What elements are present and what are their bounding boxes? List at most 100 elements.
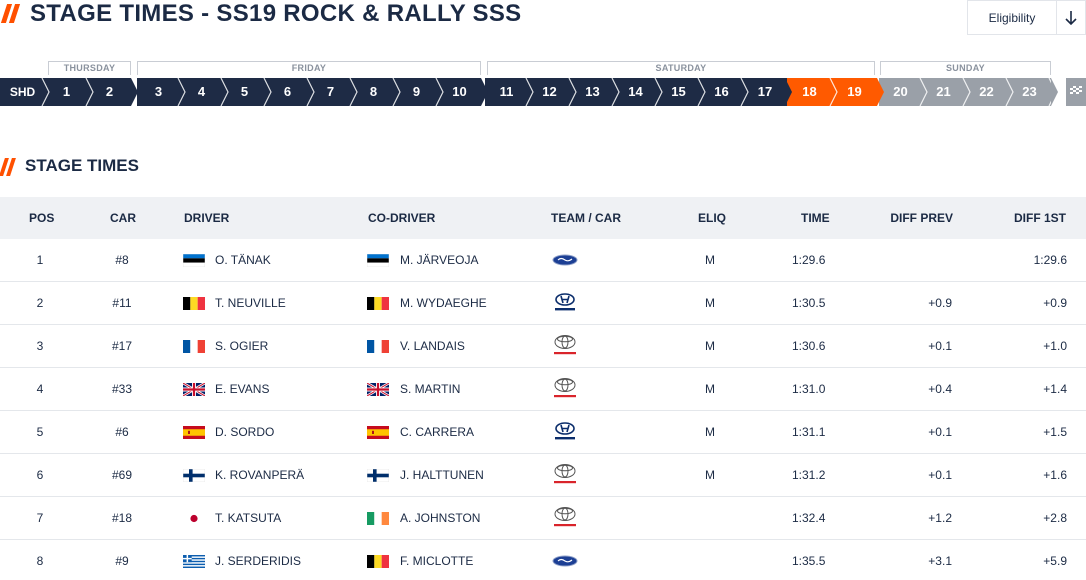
ford-logo bbox=[550, 248, 580, 272]
france-flag bbox=[367, 340, 389, 353]
codriver-name[interactable]: A. JOHNSTON bbox=[400, 497, 480, 539]
estonia-flag bbox=[183, 254, 205, 267]
driver-name[interactable]: O. TÄNAK bbox=[215, 239, 271, 281]
table-header: POS CAR DRIVER CO-DRIVER TEAM / CAR ELIQ… bbox=[0, 197, 1086, 239]
hyundai-logo bbox=[550, 420, 580, 444]
france-flag bbox=[183, 340, 205, 353]
eliq-value: M bbox=[705, 468, 715, 482]
position: 4 bbox=[36, 382, 44, 396]
table-row[interactable]: 2 #11 T. NEUVILLE M. WYDAEGHE M 1:30.5 +… bbox=[0, 282, 1086, 325]
column-header-time[interactable]: TIME bbox=[801, 197, 830, 239]
table-row[interactable]: 1 #8 O. TÄNAK M. JÄRVEOJA M 1:29.6 1:29.… bbox=[0, 239, 1086, 282]
column-header-diff-prev[interactable]: DIFF PREV bbox=[872, 197, 953, 239]
diff-prev: +0.1 bbox=[928, 339, 952, 353]
codriver-name[interactable]: C. CARRERA bbox=[400, 411, 474, 453]
car-number: #69 bbox=[111, 468, 133, 482]
column-header-driver[interactable]: DRIVER bbox=[184, 197, 229, 239]
page-title: STAGE TIMES - SS19 ROCK & RALLY SSS bbox=[30, 0, 522, 27]
stage-selector: SHD 1 2 3 4 5 6 7 8 9 10 11 12 13 14 15 … bbox=[0, 78, 1086, 106]
diff-first: +2.8 bbox=[1043, 511, 1067, 525]
diff-first: +1.6 bbox=[1043, 468, 1067, 482]
section-title: STAGE TIMES bbox=[25, 156, 139, 175]
diff-first: 1:29.6 bbox=[1033, 253, 1067, 267]
column-header-car[interactable]: CAR bbox=[110, 197, 136, 239]
car-number: #8 bbox=[115, 253, 129, 267]
driver-name[interactable]: T. KATSUTA bbox=[215, 497, 281, 539]
day-label-text: FRIDAY bbox=[138, 62, 480, 74]
day-label-text: THURSDAY bbox=[49, 62, 130, 74]
download-button[interactable] bbox=[1057, 0, 1086, 35]
driver-name[interactable]: K. ROVANPERÄ bbox=[215, 454, 304, 496]
eliq-value: M bbox=[705, 339, 715, 353]
eliq-value: M bbox=[705, 382, 715, 396]
codriver-name[interactable]: S. MARTIN bbox=[400, 368, 460, 410]
driver-name[interactable]: E. EVANS bbox=[215, 368, 269, 410]
stage-separators bbox=[41, 78, 1058, 106]
spain-flag bbox=[367, 426, 389, 439]
codriver-name[interactable]: J. HALTTUNEN bbox=[400, 454, 484, 496]
column-header-pos[interactable]: POS bbox=[29, 197, 54, 239]
stage-time: 1:31.2 bbox=[792, 468, 826, 482]
car-number: #6 bbox=[115, 425, 129, 439]
stage-time: 1:32.4 bbox=[792, 511, 826, 525]
stage-time: 1:31.1 bbox=[792, 425, 826, 439]
codriver-name[interactable]: M. WYDAEGHE bbox=[400, 282, 487, 324]
belgium-flag bbox=[183, 297, 205, 310]
table-row[interactable]: 8 #9 J. SERDERIDIS F. MICLOTTE 1:35.5 +3… bbox=[0, 540, 1086, 580]
driver-name[interactable]: S. OGIER bbox=[215, 325, 268, 367]
car-number: #9 bbox=[115, 554, 129, 568]
stage-time: 1:29.6 bbox=[792, 253, 826, 267]
driver-name[interactable]: T. NEUVILLE bbox=[215, 282, 286, 324]
day-label-thursday: THURSDAY bbox=[48, 61, 131, 75]
column-header-codriver[interactable]: CO-DRIVER bbox=[368, 197, 435, 239]
column-header-eliq[interactable]: ELIQ bbox=[698, 197, 726, 239]
diff-prev: +0.1 bbox=[928, 425, 952, 439]
eliq-value: M bbox=[705, 253, 715, 267]
toyota-logo bbox=[550, 506, 580, 530]
diff-first: +1.5 bbox=[1043, 425, 1067, 439]
table-row[interactable]: 3 #17 S. OGIER V. LANDAIS M 1:30.6 +0.1 … bbox=[0, 325, 1086, 368]
table-row[interactable]: 7 #18 T. KATSUTA A. JOHNSTON 1:32.4 +1.2… bbox=[0, 497, 1086, 540]
column-header-team[interactable]: TEAM / CAR bbox=[551, 197, 621, 239]
table-row[interactable]: 6 #69 K. ROVANPERÄ J. HALTTUNEN M 1:31.2… bbox=[0, 454, 1086, 497]
diff-first: +5.9 bbox=[1043, 554, 1067, 568]
driver-name[interactable]: D. SORDO bbox=[215, 411, 274, 453]
day-label-friday: FRIDAY bbox=[137, 61, 481, 75]
table-row[interactable]: 5 #6 D. SORDO C. CARRERA M 1:31.1 +0.1 +… bbox=[0, 411, 1086, 454]
finland-flag bbox=[367, 469, 389, 482]
toyota-logo bbox=[550, 463, 580, 487]
day-label-text: SATURDAY bbox=[488, 62, 874, 74]
position: 2 bbox=[36, 296, 44, 310]
belgium-flag bbox=[367, 555, 389, 568]
page-header: STAGE TIMES - SS19 ROCK & RALLY SSS Elig… bbox=[0, 0, 1086, 38]
toyota-logo bbox=[550, 334, 580, 358]
spain-flag bbox=[183, 426, 205, 439]
day-label-text: SUNDAY bbox=[881, 62, 1050, 74]
toyota-logo bbox=[550, 377, 580, 401]
day-label-saturday: SATURDAY bbox=[487, 61, 875, 75]
diff-prev: +0.1 bbox=[928, 468, 952, 482]
position: 3 bbox=[36, 339, 44, 353]
stage-time: 1:31.0 bbox=[792, 382, 826, 396]
eliq-value: M bbox=[705, 425, 715, 439]
diff-first: +0.9 bbox=[1043, 296, 1067, 310]
stage-time: 1:30.6 bbox=[792, 339, 826, 353]
car-number: #11 bbox=[112, 296, 132, 310]
codriver-name[interactable]: V. LANDAIS bbox=[400, 325, 465, 367]
codriver-name[interactable]: M. JÄRVEOJA bbox=[400, 239, 478, 281]
table-row[interactable]: 4 #33 E. EVANS S. MARTIN M 1:31.0 +0.4 +… bbox=[0, 368, 1086, 411]
stage-times-table: POS CAR DRIVER CO-DRIVER TEAM / CAR ELIQ… bbox=[0, 197, 1086, 580]
position: 1 bbox=[36, 253, 44, 267]
eligibility-dropdown[interactable]: Eligibility bbox=[967, 0, 1057, 35]
column-header-diff-first[interactable]: DIFF 1ST bbox=[988, 197, 1066, 239]
ford-logo bbox=[550, 549, 580, 573]
driver-name[interactable]: J. SERDERIDIS bbox=[215, 540, 301, 580]
diff-first: +1.4 bbox=[1043, 382, 1067, 396]
stage-time: 1:30.5 bbox=[792, 296, 826, 310]
codriver-name[interactable]: F. MICLOTTE bbox=[400, 540, 473, 580]
day-label-sunday: SUNDAY bbox=[880, 61, 1051, 75]
diff-prev: +3.1 bbox=[928, 554, 952, 568]
belgium-flag bbox=[367, 297, 389, 310]
car-number: #33 bbox=[111, 382, 133, 396]
hyundai-logo bbox=[550, 291, 580, 315]
